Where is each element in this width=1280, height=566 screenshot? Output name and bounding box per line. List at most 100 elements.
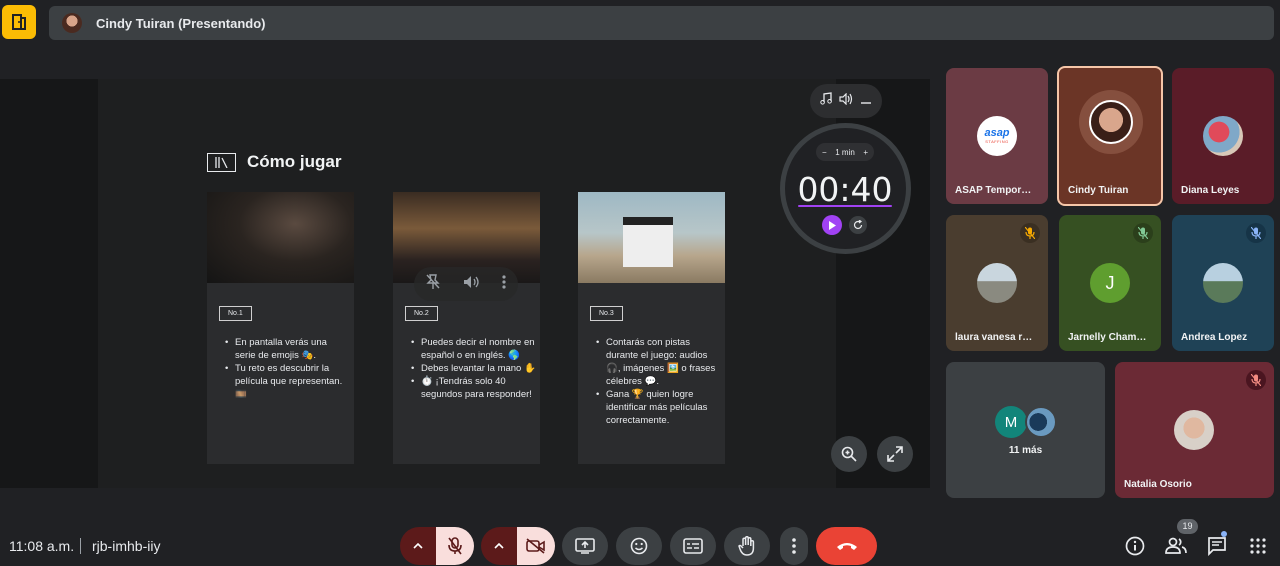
- participant-name: Cindy Tuiran: [1068, 185, 1129, 196]
- presenter-avatar: [62, 13, 82, 33]
- participant-tile[interactable]: Natalia Osorio: [1115, 362, 1274, 498]
- volume-icon[interactable]: [463, 275, 479, 294]
- camera-off-icon: [526, 538, 545, 554]
- video-options-button[interactable]: [481, 527, 517, 565]
- chat-button[interactable]: [1204, 533, 1230, 559]
- meeting-details-button[interactable]: [1122, 533, 1148, 559]
- chevron-up-icon: [494, 543, 504, 549]
- avatar-initial: J: [1105, 272, 1115, 293]
- participant-tile-active-speaker[interactable]: Cindy Tuiran: [1057, 66, 1163, 206]
- unpin-icon[interactable]: [425, 273, 440, 295]
- more-options-button[interactable]: [780, 527, 808, 565]
- timer-decrease-button[interactable]: −: [822, 148, 827, 157]
- participant-avatar: [1203, 116, 1243, 156]
- participant-tile[interactable]: Diana Leyes: [1172, 68, 1274, 204]
- rule-item: Contarás con pistas durante el juego: au…: [595, 336, 721, 388]
- timer-increase-button[interactable]: +: [863, 148, 868, 157]
- audio-options-button[interactable]: [400, 527, 436, 565]
- participant-tile[interactable]: J Jarnelly Cham…: [1059, 215, 1161, 351]
- participant-name: Diana Leyes: [1181, 185, 1240, 196]
- microphone-toggle-button[interactable]: [436, 527, 474, 565]
- slide-title: Cómo jugar: [247, 152, 342, 171]
- participant-avatar: M: [995, 406, 1027, 438]
- minimize-icon[interactable]: [860, 92, 872, 110]
- people-icon: [1165, 537, 1187, 554]
- apps-grid-icon: [1250, 538, 1266, 554]
- participant-tile[interactable]: asap STAFFING ASAP Tempor…: [946, 68, 1048, 204]
- timer-duration-stepper[interactable]: − 1 min +: [816, 143, 874, 161]
- sound-icon[interactable]: [839, 92, 853, 110]
- slide-header: Cómo jugar: [207, 152, 341, 172]
- rule-badge: No.2: [405, 306, 438, 321]
- participant-avatar: [977, 263, 1017, 303]
- rule-badge: No.1: [219, 306, 252, 321]
- more-vert-icon: [792, 538, 796, 554]
- participant-name: laura vanesa r…: [955, 332, 1033, 343]
- present-screen-icon: [575, 538, 595, 554]
- fullscreen-button[interactable]: [877, 436, 913, 472]
- info-icon: [1125, 536, 1145, 556]
- books-icon: [207, 152, 236, 172]
- asap-logo-subtext: STAFFING: [985, 139, 1009, 144]
- hang-up-icon: [836, 543, 857, 550]
- more-participants-tile[interactable]: M 11 más: [946, 362, 1105, 498]
- participant-avatar: [1203, 263, 1243, 303]
- camera-photo: [207, 192, 354, 283]
- presentation-hover-controls: [414, 267, 518, 301]
- new-message-indicator: [1221, 531, 1227, 537]
- captions-button[interactable]: [670, 527, 716, 565]
- timer-duration-label: 1 min: [835, 147, 855, 157]
- participant-avatar: J: [1090, 263, 1130, 303]
- timer-play-button[interactable]: [822, 215, 842, 235]
- avatar-initial: M: [1004, 413, 1018, 431]
- raise-hand-icon: [738, 536, 755, 556]
- raise-hand-button[interactable]: [724, 527, 770, 565]
- rule-item: Gana 🏆 quien logre identificar más pelíc…: [595, 388, 721, 427]
- more-options-icon[interactable]: [502, 274, 506, 294]
- people-button[interactable]: [1163, 533, 1189, 559]
- microphone-control: [400, 527, 474, 565]
- chevron-up-icon: [413, 543, 423, 549]
- participant-name: Andrea Lopez: [1181, 332, 1248, 343]
- captions-icon: [683, 538, 703, 554]
- participant-name: ASAP Tempor…: [955, 185, 1032, 196]
- rule-list: Contarás con pistas durante el juego: au…: [595, 336, 721, 427]
- end-call-button[interactable]: [816, 527, 877, 565]
- clapperboard-shape: [623, 217, 673, 267]
- participant-name: Natalia Osorio: [1124, 479, 1192, 490]
- rule-card-3: No.3 Contarás con pistas durante el jueg…: [578, 192, 725, 464]
- rule-item: Tu reto es descubrir la película que rep…: [224, 362, 350, 401]
- mic-off-icon: [448, 537, 462, 555]
- participant-tile[interactable]: Andrea Lopez: [1172, 215, 1274, 351]
- participant-tile[interactable]: laura vanesa r…: [946, 215, 1048, 351]
- participant-count-badge: 19: [1177, 519, 1198, 534]
- timer-progress-line: [798, 205, 892, 207]
- reactions-button[interactable]: [616, 527, 662, 565]
- present-screen-button[interactable]: [562, 527, 608, 565]
- rule-card-1: No.1 En pantalla verás una serie de emoj…: [207, 192, 354, 464]
- music-icon[interactable]: [819, 92, 832, 110]
- rule-badge: No.3: [590, 306, 623, 321]
- meeting-code: rjb-imhb-iiy: [92, 538, 161, 554]
- participant-avatar: [1089, 100, 1133, 144]
- rule-card-2: No.2 Puedes decir el nombre en español o…: [393, 192, 540, 464]
- rule-item: ⏱️ ¡Tendrás solo 40 segundos para respon…: [410, 375, 536, 401]
- muted-icon: [1246, 223, 1266, 243]
- zoom-in-button[interactable]: [831, 436, 867, 472]
- chat-icon: [1208, 537, 1226, 556]
- more-participants-label: 11 más: [1008, 445, 1043, 456]
- camera-toggle-button[interactable]: [517, 527, 555, 565]
- presenter-banner[interactable]: Cindy Tuiran (Presentando): [49, 6, 1274, 40]
- muted-icon: [1246, 370, 1266, 390]
- camera-control: [481, 527, 555, 565]
- rule-list: Puedes decir el nombre en español o en i…: [410, 336, 536, 401]
- app-logo-icon[interactable]: [2, 5, 36, 39]
- activities-button[interactable]: [1245, 533, 1271, 559]
- muted-icon: [1133, 223, 1153, 243]
- rule-item: Puedes decir el nombre en español o en i…: [410, 336, 536, 362]
- asap-logo-text: asap: [984, 127, 1010, 139]
- clapperboard-photo: [578, 192, 725, 283]
- rule-item: En pantalla verás una serie de emojis 🎭.: [224, 336, 350, 362]
- rule-item: Debes levantar la mano ✋: [410, 362, 536, 375]
- timer-reset-button[interactable]: [849, 216, 867, 234]
